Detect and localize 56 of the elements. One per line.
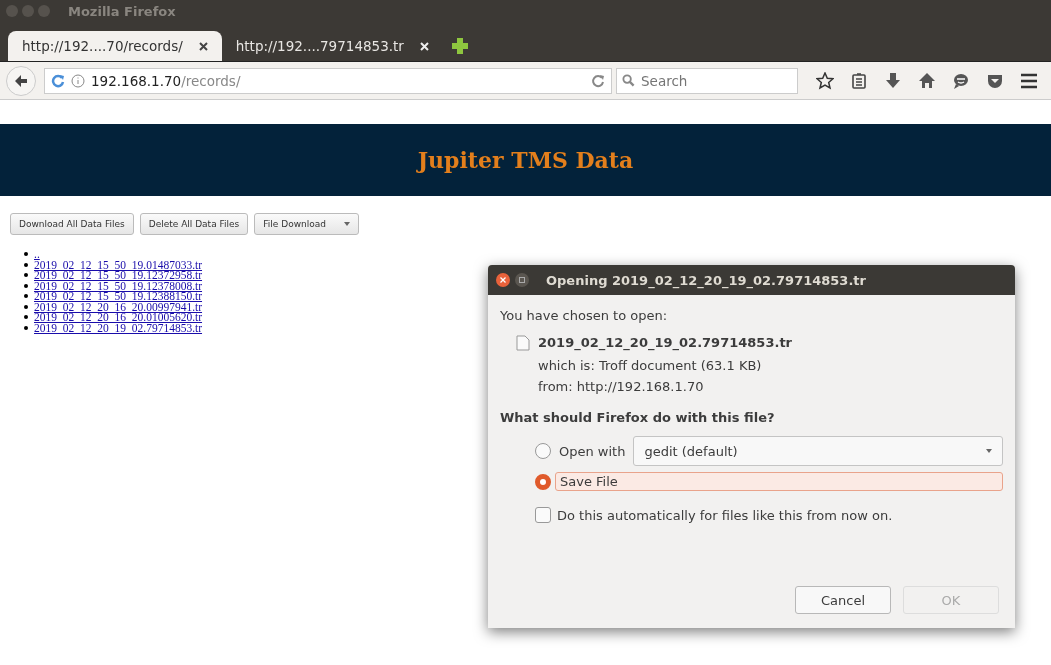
page-heading: Jupiter TMS Data xyxy=(417,147,634,173)
file-type: which is: Troff document (63.1 KB) xyxy=(538,357,763,375)
caret-icon xyxy=(343,222,350,226)
bullet-icon xyxy=(24,283,28,288)
browser-tab[interactable]: http://192....79714853.tr xyxy=(221,31,443,61)
clipboard-list-icon[interactable] xyxy=(850,71,868,90)
info-icon[interactable] xyxy=(71,73,85,88)
file-name: 2019_02_12_20_19_02.79714853.tr xyxy=(538,334,792,353)
address-field[interactable]: 192.168.1.70/records/ xyxy=(44,67,612,94)
browser-tab[interactable]: http://192....70/records/ xyxy=(8,31,222,61)
home-icon[interactable] xyxy=(918,71,936,90)
file-link[interactable]: .. xyxy=(34,249,40,260)
bullet-icon xyxy=(24,325,28,330)
page-button[interactable]: Download All Data Files xyxy=(10,213,134,235)
bullet-icon xyxy=(24,294,28,299)
document-icon xyxy=(516,334,530,351)
file-source: from: http://192.168.1.70 xyxy=(538,378,705,396)
bullet-icon xyxy=(24,252,28,257)
file-link[interactable]: 2019_02_12_20_19_02.79714853.tr xyxy=(34,322,203,333)
caret-icon xyxy=(986,449,992,453)
checkbox[interactable] xyxy=(535,507,551,523)
dialog-button[interactable]: Cancel xyxy=(795,586,891,614)
option-label[interactable]: Save File xyxy=(555,472,1003,491)
search-field[interactable]: Search xyxy=(616,67,798,94)
window-title: Mozilla Firefox xyxy=(68,3,176,19)
download-icon[interactable] xyxy=(884,71,902,90)
chat-bubble-icon[interactable] xyxy=(952,71,970,90)
intro-text: You have chosen to open: xyxy=(500,307,669,325)
option-label[interactable]: Open with xyxy=(555,442,630,460)
checkbox-label: Do this automatically for files like this from now on. xyxy=(557,507,893,523)
back-button[interactable] xyxy=(6,65,36,96)
file-link[interactable]: 2019_02_12_15_50_19.12388150.tr xyxy=(34,291,203,302)
radio-button[interactable] xyxy=(535,473,551,490)
question-text: What should Firefox do with this file? xyxy=(500,409,776,427)
file-link[interactable]: 2019_02_12_20_16_20.01005620.tr xyxy=(34,312,203,323)
bullet-icon xyxy=(24,304,28,309)
bullet-icon xyxy=(24,262,28,267)
close-icon[interactable] xyxy=(496,273,510,287)
file-link[interactable]: 2019_02_12_15_50_19.12378008.tr xyxy=(34,280,203,291)
plus-icon[interactable] xyxy=(450,37,469,55)
reload-icon[interactable] xyxy=(51,73,65,88)
file-link[interactable]: 2019_02_12_20_16_20.00997941.tr xyxy=(34,301,203,312)
app-dropdown[interactable]: gedit (default) xyxy=(633,436,1003,466)
bullet-icon xyxy=(24,315,28,320)
radio-button[interactable] xyxy=(535,443,551,459)
star-icon[interactable] xyxy=(816,71,834,90)
file-link[interactable]: 2019_02_12_15_50_19.01487033.tr xyxy=(34,259,203,270)
file-link[interactable]: 2019_02_12_15_50_19.12372958.tr xyxy=(34,270,203,281)
page-button[interactable]: Delete All Data Files xyxy=(139,213,249,235)
dialog-title: Opening 2019_02_12_20_19_02.79714853.tr xyxy=(546,272,866,288)
bullet-icon xyxy=(24,273,28,278)
maximize-icon[interactable] xyxy=(515,273,529,287)
close-icon[interactable] xyxy=(198,41,208,51)
menu-icon[interactable] xyxy=(1020,71,1038,90)
dropdown-button[interactable]: File Download xyxy=(254,213,359,235)
reload-icon[interactable] xyxy=(591,73,605,88)
